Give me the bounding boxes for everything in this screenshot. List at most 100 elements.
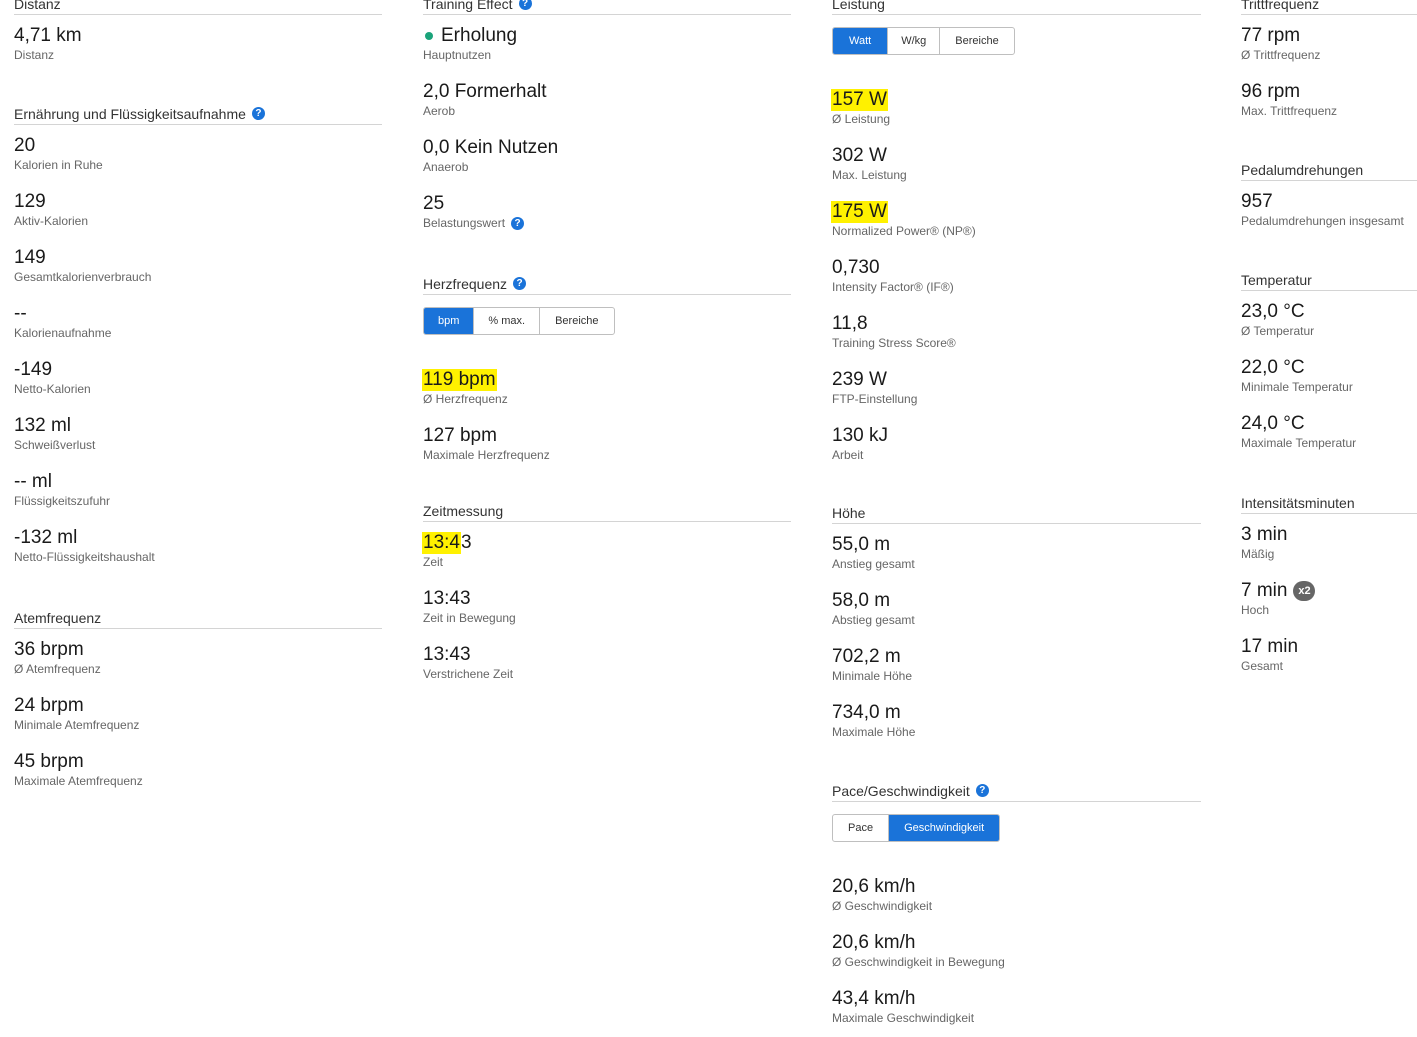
stat-value: 3 min xyxy=(1241,524,1288,545)
stat-label: Maximale Geschwindigkeit xyxy=(832,1011,975,1025)
stat-belastungswert: 25 Belastungswert? xyxy=(423,183,791,239)
section-title-text: Intensitätsminuten xyxy=(1241,495,1355,511)
stat-anaerob: 0,0 Kein Nutzen Anaerob xyxy=(423,127,791,183)
stat-value: 96 rpm xyxy=(1241,81,1301,102)
stat-min-hoehe: 702,2 m Minimale Höhe xyxy=(832,636,1201,692)
stat-value: -- xyxy=(14,303,27,324)
stat-anstieg: 55,0 m Anstieg gesamt xyxy=(832,524,1201,580)
stat-label: Ø Trittfrequenz xyxy=(1241,48,1321,62)
stat-label: Netto-Flüssigkeitshaushalt xyxy=(14,550,155,564)
stat-zeit-in-bewegung: 13:43 Zeit in Bewegung xyxy=(423,578,791,634)
stat-value: 55,0 m xyxy=(832,534,891,555)
section-training-effect: Training Effect ? Erholung Hauptnutzen 2… xyxy=(423,0,791,239)
stat-value: 4,71 km xyxy=(14,25,82,46)
stat-label: Intensity Factor® (IF®) xyxy=(832,280,954,294)
section-distanz: Distanz 4,71 km Distanz xyxy=(14,0,382,71)
tab-w-kg[interactable]: W/kg xyxy=(888,28,941,54)
stat-label: Minimale Höhe xyxy=(832,669,913,683)
stat-gesamt: 17 min Gesamt xyxy=(1241,626,1417,682)
section-title: Temperatur xyxy=(1241,272,1417,291)
stat-ftp: 239 W FTP-Einstellung xyxy=(832,359,1201,415)
stat-avg-trittfrequenz: 77 rpm Ø Trittfrequenz xyxy=(1241,15,1417,71)
section-title-text: Ernährung und Flüssigkeitsaufnahme xyxy=(14,106,246,122)
stat-value: 22,0 °C xyxy=(1241,357,1305,378)
stat-label: Schweißverlust xyxy=(14,438,96,452)
tab-geschwindigkeit[interactable]: Geschwindigkeit xyxy=(889,815,1000,841)
stat-value: 127 bpm xyxy=(423,425,497,446)
stat-value: 13:43 xyxy=(423,644,471,665)
stat-value: 2,0 Formerhalt xyxy=(423,81,547,102)
stat-value: 20 xyxy=(14,135,36,156)
stat-schweissverlust: 132 ml Schweißverlust xyxy=(14,405,382,461)
section-zeitmessung: Zeitmessung 13:4 3 Zeit 13:43 Zeit in Bew… xyxy=(422,503,791,690)
stat-netto-fluessigkeit: -132 ml Netto-Flüssigkeitshaushalt xyxy=(14,517,382,573)
stat-value: 132 ml xyxy=(14,415,72,436)
stat-label: Hauptnutzen xyxy=(423,48,492,62)
stat-value: 23,0 °C xyxy=(1241,301,1305,322)
stat-label: Abstieg gesamt xyxy=(832,613,915,627)
stat-label: Aerob xyxy=(423,104,456,118)
section-title-text: Höhe xyxy=(832,505,866,521)
section-pedalumdrehungen: Pedalumdrehungen 957 Pedalumdrehungen in… xyxy=(1241,162,1417,237)
stat-label: Ø Herzfrequenz xyxy=(423,392,508,406)
tab-pace[interactable]: Pace xyxy=(833,815,890,841)
section-title-text: Atemfrequenz xyxy=(14,610,102,626)
section-title-text: Pace/Geschwindigkeit xyxy=(832,783,970,799)
stat-maessig: 3 min Mäßig xyxy=(1241,514,1417,570)
stat-kalorienaufnahme: -- Kalorienaufnahme xyxy=(14,293,382,349)
tab-watt[interactable]: Watt xyxy=(833,28,889,54)
stat-value-text: Erholung xyxy=(441,25,518,46)
tab-bereiche[interactable]: Bereiche xyxy=(540,308,613,334)
help-icon[interactable]: ? xyxy=(511,216,525,230)
help-icon[interactable]: ? xyxy=(513,277,527,290)
stat-value: 119 bpm xyxy=(422,359,791,391)
stat-aerob: 2,0 Formerhalt Aerob xyxy=(423,71,791,127)
stat-value: 149 xyxy=(14,247,46,268)
help-icon[interactable]: ? xyxy=(251,107,265,120)
section-pace-geschwindigkeit: Pace/Geschwindigkeit ? Pace Geschwindigk… xyxy=(832,783,1201,1034)
stat-value: 43,4 km/h xyxy=(832,988,916,1009)
tab-percent-max[interactable]: % max. xyxy=(474,308,541,334)
stat-aktiv-kalorien: 129 Aktiv-Kalorien xyxy=(14,181,382,237)
help-icon[interactable]: ? xyxy=(518,0,532,10)
stat-value: 13:43 xyxy=(422,522,791,554)
stat-value: 20,6 km/h xyxy=(832,932,916,953)
stat-value: 957 xyxy=(1241,191,1273,212)
stat-arbeit: 130 kJ Arbeit xyxy=(832,415,1201,471)
section-title: Intensitätsminuten xyxy=(1241,495,1417,514)
section-title: Distanz xyxy=(14,0,382,15)
stat-label: Ø Geschwindigkeit in Bewegung xyxy=(832,955,1005,969)
stat-max-leistung: 302 W Max. Leistung xyxy=(832,135,1201,191)
stat-avg-geschwindigkeit: 20,6 km/h Ø Geschwindigkeit xyxy=(832,866,1201,922)
tab-bereiche[interactable]: Bereiche xyxy=(940,28,1013,54)
stat-value: Erholung xyxy=(423,15,791,47)
stat-label: Gesamt xyxy=(1241,659,1284,673)
stat-hauptnutzen: Erholung Hauptnutzen xyxy=(423,15,791,71)
tab-bpm[interactable]: bpm xyxy=(424,308,475,334)
stat-value: -149 xyxy=(14,359,53,380)
stat-value-highlight: 13:4 xyxy=(422,532,461,554)
stat-label: Netto-Kalorien xyxy=(14,382,91,396)
section-atemfrequenz: Atemfrequenz 36 brpm Ø Atemfrequenz 24 b… xyxy=(14,610,382,797)
stat-normalized-power: 175 W Normalized Power® (NP®) xyxy=(831,191,1201,247)
herzfrequenz-unit-toggle-wrap: bpm % max. Bereiche xyxy=(423,307,791,335)
section-title: Trittfrequenz xyxy=(1241,0,1417,15)
stat-label: Distanz xyxy=(14,48,55,62)
stat-label: Kalorienaufnahme xyxy=(14,326,112,340)
stat-gesamtkalorien: 149 Gesamtkalorienverbrauch xyxy=(14,237,382,293)
section-title: Herzfrequenz ? xyxy=(423,276,791,295)
stat-max-geschwindigkeit: 43,4 km/h Maximale Geschwindigkeit xyxy=(832,978,1201,1034)
stat-label: Max. Trittfrequenz xyxy=(1241,104,1338,118)
section-title: Training Effect ? xyxy=(423,0,791,15)
help-icon[interactable]: ? xyxy=(975,784,989,797)
stat-label: Belastungswert? xyxy=(423,216,791,230)
section-intensitaetsminuten: Intensitätsminuten 3 min Mäßig 7 min x2 H… xyxy=(1241,495,1417,682)
section-title-text: Zeitmessung xyxy=(423,503,504,519)
section-title-text: Pedalumdrehungen xyxy=(1241,162,1364,178)
stat-label: Maximale Höhe xyxy=(832,725,916,739)
stat-value: 11,8 xyxy=(832,313,868,334)
stat-value: 24,0 °C xyxy=(1241,413,1305,434)
stat-min-temperatur: 22,0 °C Minimale Temperatur xyxy=(1241,347,1417,403)
stat-label: Maximale Herzfrequenz xyxy=(423,448,550,462)
stat-max-trittfrequenz: 96 rpm Max. Trittfrequenz xyxy=(1241,71,1417,127)
